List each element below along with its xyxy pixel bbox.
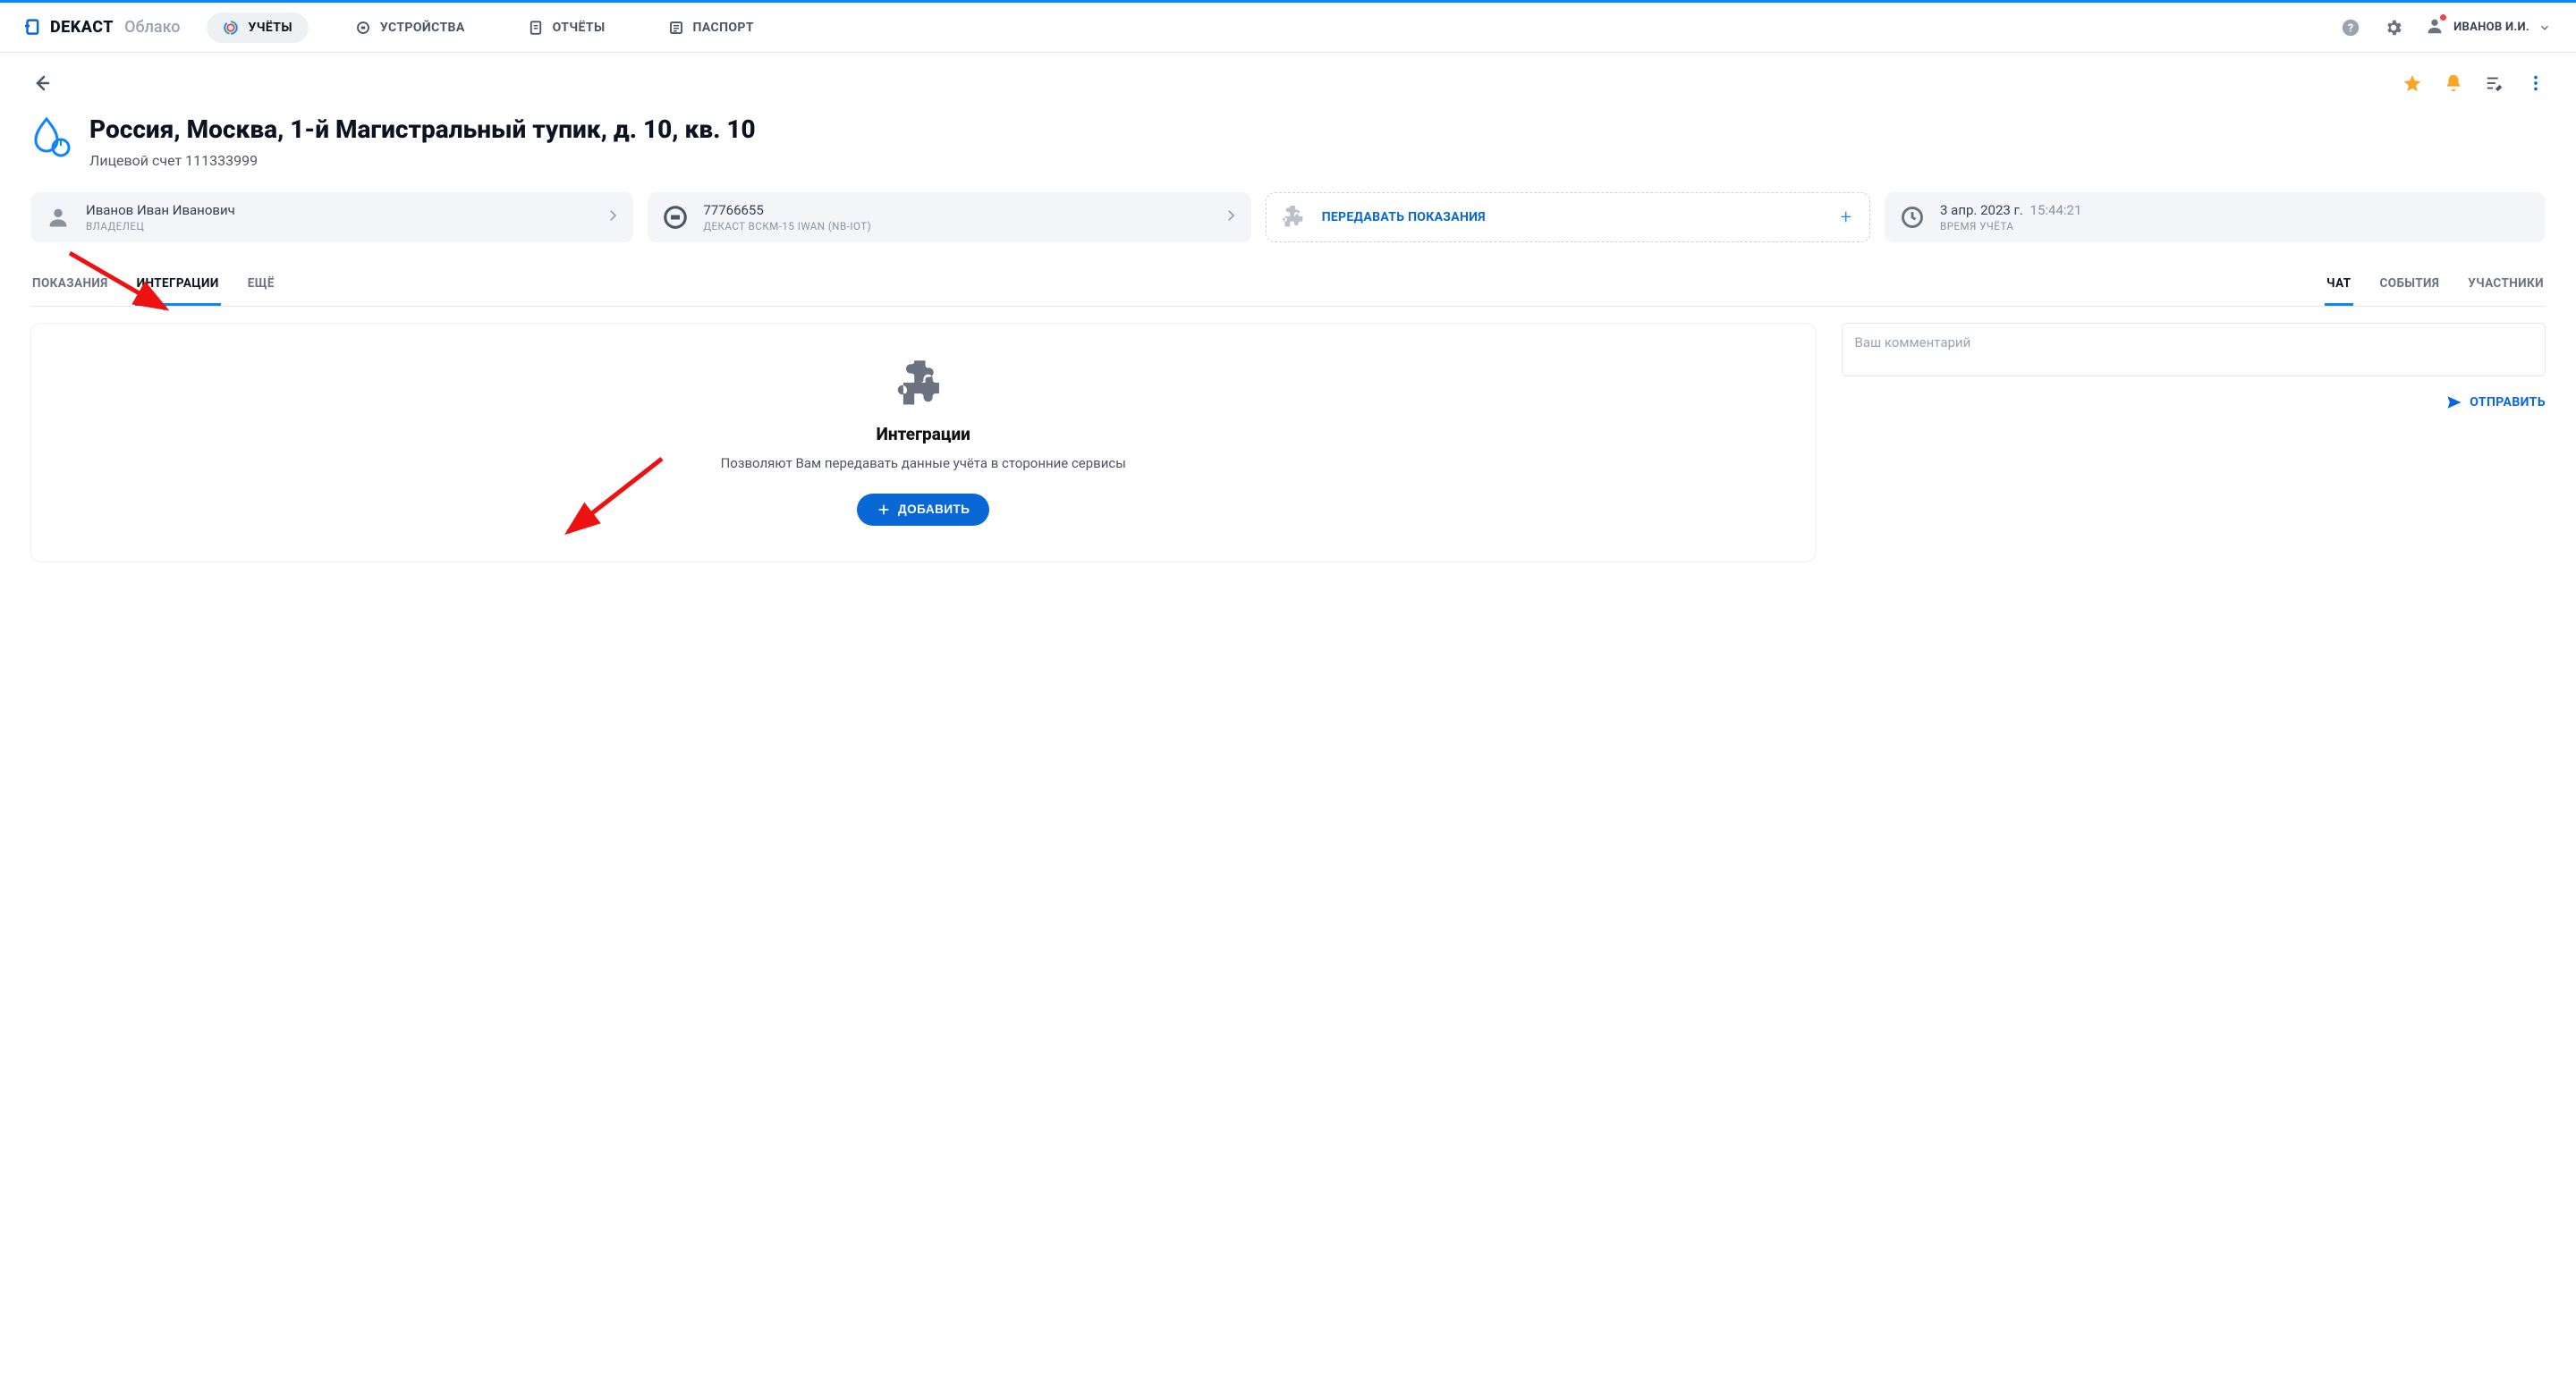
nav-accounts-label: УЧЁТЫ <box>248 21 292 35</box>
tab-chat[interactable]: ЧАТ <box>2325 267 2352 306</box>
topbar-right: ? ИВАНОВ И.И. <box>2339 16 2551 39</box>
puzzle-large-icon <box>897 356 949 411</box>
notification-dot <box>2440 14 2446 21</box>
transfer-readings-label: ПЕРЕДАВАТЬ ПОКАЗАНИЯ <box>1322 210 1828 224</box>
reports-icon <box>528 20 544 36</box>
passport-icon <box>668 20 684 36</box>
transfer-readings-card[interactable]: ПЕРЕДАВАТЬ ПОКАЗАНИЯ + <box>1266 192 1870 242</box>
help-icon[interactable]: ? <box>2339 16 2362 39</box>
settings-icon[interactable] <box>2382 16 2405 39</box>
integrations-desc: Позволяют Вам передавать данные учёта в … <box>721 453 1126 474</box>
meter-icon <box>660 202 691 232</box>
device-card[interactable]: 77766655 ДЕКАСТ ВСКМ-15 IWAN (NB-IOT) <box>648 192 1250 242</box>
accounts-icon <box>223 20 239 36</box>
brand-sub: Облако <box>124 18 180 37</box>
time-label: ВРЕМЯ УЧЁТА <box>1940 220 2533 232</box>
topbar: DEKACT Облако УЧЁТЫ УСТРОЙСТВА ОТЧЁТЫ <box>0 3 2576 53</box>
brand-text: DEKACT <box>50 18 114 37</box>
nav-passport-label: ПАСПОРТ <box>693 21 754 35</box>
send-button[interactable]: ОТПРАВИТЬ <box>2446 394 2546 410</box>
device-model: ДЕКАСТ ВСКМ-15 IWAN (NB-IOT) <box>703 220 1209 232</box>
device-serial: 77766655 <box>703 202 1209 218</box>
brand[interactable]: DEKACT Облако <box>25 18 180 38</box>
send-label: ОТПРАВИТЬ <box>2470 395 2546 410</box>
puzzle-piece-icon <box>1279 202 1309 232</box>
time-value: 3 апр. 2023 г. 15:44:21 <box>1940 202 2533 218</box>
account-type-icon <box>30 114 72 155</box>
time-time: 15:44:21 <box>2030 202 2082 218</box>
page-subtitle: Лицевой счет 111333999 <box>89 152 756 169</box>
tab-readings[interactable]: ПОКАЗАНИЯ <box>30 267 110 306</box>
tab-more[interactable]: ЕЩЁ <box>246 267 276 306</box>
comment-input[interactable]: Ваш комментарий <box>1842 323 2546 376</box>
svg-text:?: ? <box>2348 21 2353 35</box>
more-menu-icon[interactable] <box>2526 73 2546 97</box>
devices-icon <box>355 20 371 36</box>
plus-icon <box>877 503 891 517</box>
chevron-right-icon <box>1223 207 1239 227</box>
main-nav: УЧЁТЫ УСТРОЙСТВА ОТЧЁТЫ ПАСПОРТ <box>207 13 769 43</box>
integrations-title: Интеграции <box>877 424 970 444</box>
send-icon <box>2446 394 2462 410</box>
plus-icon[interactable]: + <box>1841 207 1857 229</box>
nav-reports[interactable]: ОТЧЁТЫ <box>512 13 622 43</box>
tab-participants[interactable]: УЧАСТНИКИ <box>2466 267 2546 306</box>
add-integration-label: ДОБАВИТЬ <box>898 503 970 516</box>
nav-passport[interactable]: ПАСПОРТ <box>652 13 770 43</box>
integrations-empty-panel: Интеграции Позволяют Вам передавать данн… <box>30 323 1817 562</box>
tab-events[interactable]: СОБЫТИЯ <box>2378 267 2442 306</box>
nav-devices[interactable]: УСТРОЙСТВА <box>339 13 481 43</box>
person-icon <box>43 202 73 232</box>
nav-devices-label: УСТРОЙСТВА <box>380 21 465 35</box>
tab-integrations[interactable]: ИНТЕГРАЦИИ <box>135 267 221 306</box>
notifications-icon[interactable] <box>2444 73 2463 97</box>
add-integration-button[interactable]: ДОБАВИТЬ <box>857 494 989 526</box>
owner-name: Иванов Иван Иванович <box>86 202 592 218</box>
page-body: Россия, Москва, 1-й Магистральный тупик,… <box>0 53 2576 562</box>
comment-placeholder: Ваш комментарий <box>1855 334 1971 351</box>
user-avatar-icon <box>2425 16 2445 39</box>
back-button[interactable] <box>30 72 52 97</box>
brand-logo-icon <box>25 18 43 38</box>
favorite-icon[interactable] <box>2402 73 2422 97</box>
page-title: Россия, Москва, 1-й Магистральный тупик,… <box>89 114 756 145</box>
owner-role: ВЛАДЕЛЕЦ <box>86 220 592 232</box>
edit-list-icon[interactable] <box>2485 73 2504 97</box>
nav-reports-label: ОТЧЁТЫ <box>553 21 606 35</box>
time-card: 3 апр. 2023 г. 15:44:21 ВРЕМЯ УЧЁТА <box>1885 192 2546 242</box>
time-date: 3 апр. 2023 г. <box>1940 202 2023 218</box>
user-name-label: ИВАНОВ И.И. <box>2453 21 2529 34</box>
chevron-down-icon <box>2538 21 2551 34</box>
nav-accounts[interactable]: УЧЁТЫ <box>207 13 308 43</box>
owner-card[interactable]: Иванов Иван Иванович ВЛАДЕЛЕЦ <box>30 192 633 242</box>
user-menu[interactable]: ИВАНОВ И.И. <box>2425 16 2551 39</box>
chevron-right-icon <box>605 207 621 227</box>
clock-icon <box>1897 202 1928 232</box>
